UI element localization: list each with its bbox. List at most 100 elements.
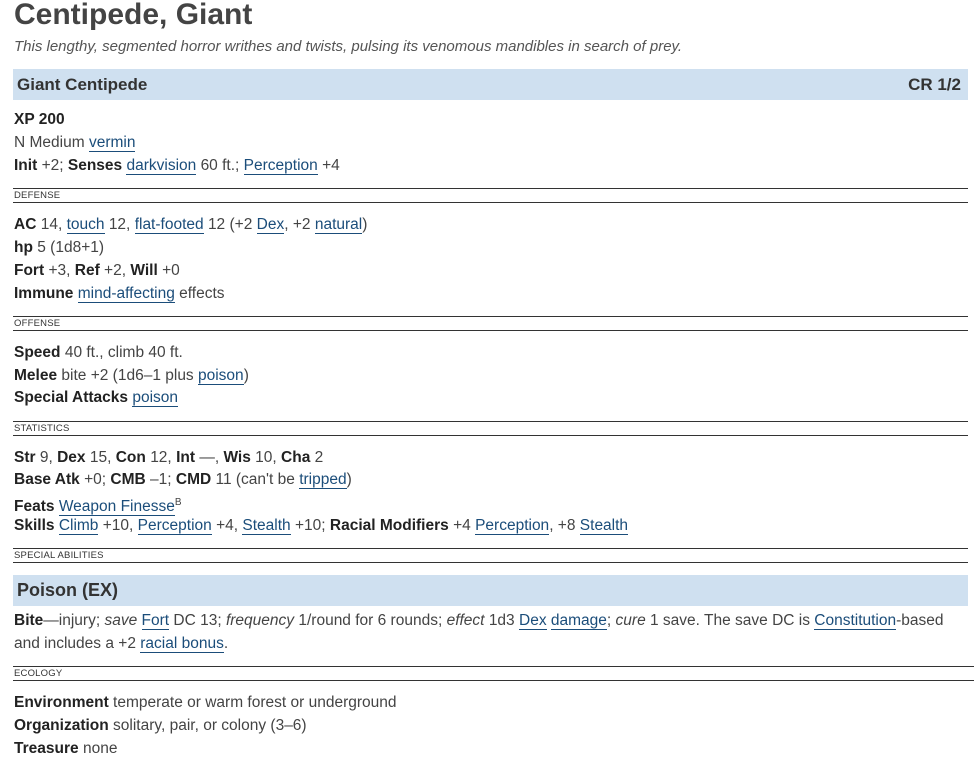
int-value: —, [199, 449, 220, 466]
statblock-header: Giant Centipede CR 1/2 [13, 69, 968, 100]
page-title: Centipede, Giant [14, 0, 253, 31]
str-label: Str [14, 449, 36, 466]
int-label: Int [176, 449, 195, 466]
climb-value: +10, [102, 517, 134, 534]
period: . [223, 635, 229, 652]
section-special-abilities: SPECIAL ABILITIES [13, 548, 968, 563]
environment-label: Environment [14, 694, 109, 711]
bab-label: Base Atk [14, 471, 80, 488]
paren: ) [362, 216, 368, 233]
ability-name: Poison (EX) [17, 580, 119, 600]
ac-line: AC 14, touch 12, flat-footed 12 (+2 Dex,… [14, 216, 367, 234]
melee-line: Melee bite +2 (1d6–1 plus poison) [14, 367, 249, 385]
injury-text: —injury; [43, 612, 101, 629]
natural-link[interactable]: natural [314, 216, 363, 234]
frequency-text: 1/round for 6 rounds; [298, 612, 443, 629]
cmd-label: CMD [175, 471, 212, 488]
poison-description: Bite—injury; save Fort DC 13; frequency … [14, 609, 944, 655]
cmd-value: 11 (can't be [215, 471, 295, 488]
skill-perception-link[interactable]: Perception [137, 517, 212, 535]
page-description: This lengthy, segmented horror writhes a… [14, 38, 683, 55]
effect-label: effect [446, 612, 485, 629]
skill-perception-value: +4, [216, 517, 239, 534]
special-attacks-poison-link[interactable]: poison [132, 389, 179, 407]
feats-label: Feats [14, 498, 55, 516]
dex-damage-dex-link[interactable]: Dex [519, 612, 547, 630]
xp-value: XP 200 [14, 111, 65, 128]
racial-bonus-link[interactable]: racial bonus [140, 635, 224, 653]
treasure-value: none [82, 740, 118, 757]
cure-label: cure [615, 612, 646, 629]
weapon-finesse-link[interactable]: Weapon Finesse [58, 498, 175, 517]
damage-link[interactable]: damage [550, 612, 607, 630]
bonus-feat-marker: B [174, 497, 182, 508]
racial-stealth-link[interactable]: Stealth [579, 517, 629, 535]
effect-dice: 1d3 [488, 612, 515, 629]
init-senses-line: Init +2; Senses darkvision 60 ft.; Perce… [14, 157, 340, 175]
alignment-size: N Medium [14, 134, 85, 151]
melee-label: Melee [14, 367, 58, 384]
fort-value: +3, [48, 262, 71, 279]
organization-line: Organization solitary, pair, or colony (… [14, 717, 307, 735]
immune-line: Immune mind-affecting effects [14, 285, 225, 303]
immune-rest: effects [179, 285, 225, 302]
racial-perception-link[interactable]: Perception [475, 517, 550, 535]
touch-value: 12, [108, 216, 131, 233]
fort-link[interactable]: Fort [141, 612, 170, 630]
perception-link[interactable]: Perception [243, 157, 318, 175]
cha-label: Cha [281, 449, 311, 466]
will-label: Will [130, 262, 158, 279]
ref-label: Ref [74, 262, 100, 279]
melee-value: bite +2 (1d6–1 plus [61, 367, 194, 384]
dex-value: 15, [89, 449, 112, 466]
section-statistics: STATISTICS [13, 421, 968, 436]
stealth-value: +10; [294, 517, 326, 534]
paren: ) [243, 367, 249, 384]
statblock-page: Centipede, Giant This lengthy, segmented… [0, 0, 974, 763]
environment-line: Environment temperate or warm forest or … [14, 694, 397, 712]
flat-footed-value: 12 (+2 [207, 216, 253, 233]
speed-value: 40 ft., climb 40 ft. [64, 344, 183, 361]
str-value: 9, [39, 449, 53, 466]
combat-maneuver-line: Base Atk +0; CMB –1; CMD 11 (can't be tr… [14, 471, 352, 489]
cure-text: 1 save. The save DC is [650, 612, 810, 629]
bite-label: Bite [14, 612, 44, 629]
cha-value: 2 [314, 449, 324, 466]
senses-range: 60 ft.; [200, 157, 240, 174]
darkvision-link[interactable]: darkvision [126, 157, 197, 175]
ac-label: AC [14, 216, 37, 233]
section-ecology: ECOLOGY [13, 666, 974, 681]
con-value: 12, [150, 449, 172, 466]
climb-link[interactable]: Climb [58, 517, 99, 535]
perception-value: +4 [322, 157, 340, 174]
dex-link[interactable]: Dex [256, 216, 285, 234]
speed-label: Speed [14, 344, 61, 361]
natural-prefix: , +2 [284, 216, 311, 233]
ref-value: +2, [104, 262, 127, 279]
speed-line: Speed 40 ft., climb 40 ft. [14, 344, 183, 362]
tripped-link[interactable]: tripped [299, 471, 347, 489]
wis-value: 10, [255, 449, 277, 466]
touch-link[interactable]: touch [66, 216, 105, 234]
skills-line: Skills Climb +10, Perception +4, Stealth… [14, 517, 629, 535]
racial-modifiers-label: Racial Modifiers [329, 517, 449, 534]
poison-link[interactable]: poison [198, 367, 244, 385]
wis-label: Wis [223, 449, 251, 466]
challenge-rating: CR 1/2 [908, 74, 961, 94]
saves-line: Fort +3, Ref +2, Will +0 [14, 262, 180, 280]
con-label: Con [115, 449, 146, 466]
frequency-label: frequency [225, 612, 295, 629]
stealth-link[interactable]: Stealth [242, 517, 291, 535]
feats-line: Feats Weapon FinesseB [14, 494, 182, 517]
cmb-value: –1; [150, 471, 172, 488]
section-defense: DEFENSE [13, 188, 968, 203]
mind-affecting-link[interactable]: mind-affecting [77, 285, 175, 303]
fort-label: Fort [14, 262, 45, 279]
bab-value: +0; [84, 471, 107, 488]
constitution-link[interactable]: Constitution [814, 612, 897, 630]
organization-value: solitary, pair, or colony (3–6) [113, 717, 307, 734]
immune-label: Immune [14, 285, 74, 302]
flat-footed-link[interactable]: flat-footed [134, 216, 204, 234]
xp-line: XP 200 [14, 111, 65, 129]
vermin-link[interactable]: vermin [88, 134, 136, 152]
